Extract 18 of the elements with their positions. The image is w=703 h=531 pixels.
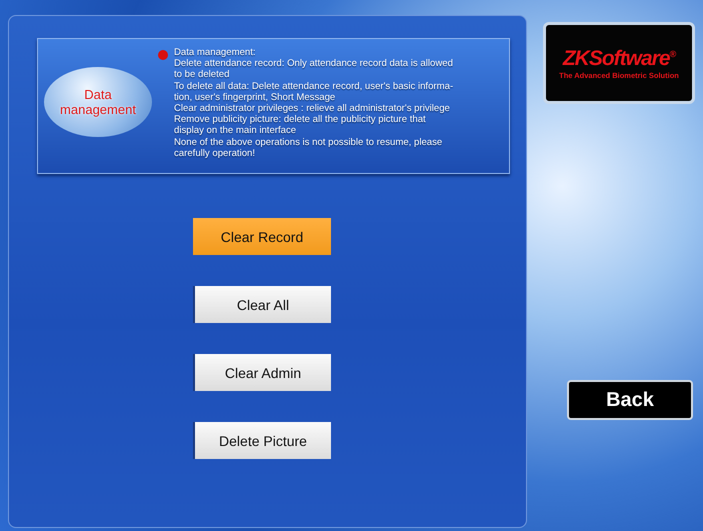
info-text: display on the main interface [174,125,298,137]
info-text: tion, user's fingerprint, Short Message [174,92,336,104]
menu-button[interactable]: Clear Admin [193,354,331,391]
menu-button[interactable]: Clear Record [193,218,331,255]
info-text: carefully operation! [174,148,256,160]
info-text: Data management: [174,47,257,58]
info-text: Delete attendance record: Only attendance record data is allowed [174,58,454,70]
info-text: To delete all data: Delete attendance record, user's basic informa- [174,80,454,92]
info-text: Clear administrator privileges : relieve all administrator's privilege [174,103,451,114]
bubble-title: Data management [59,87,137,117]
back-button[interactable]: Back [567,380,693,420]
info-text: to be deleted [174,69,230,81]
menu-button[interactable]: Delete Picture [193,422,331,459]
logo-name: ZKSoftware$^{®}$ [562,46,676,70]
bullet-icon [158,50,168,60]
menu-button[interactable]: Clear All [193,286,331,323]
info-text: Remove publicity picture: delete all the publicity picture that [174,114,427,126]
info-text: None of the above operations is not possible to resume, please [174,136,444,148]
